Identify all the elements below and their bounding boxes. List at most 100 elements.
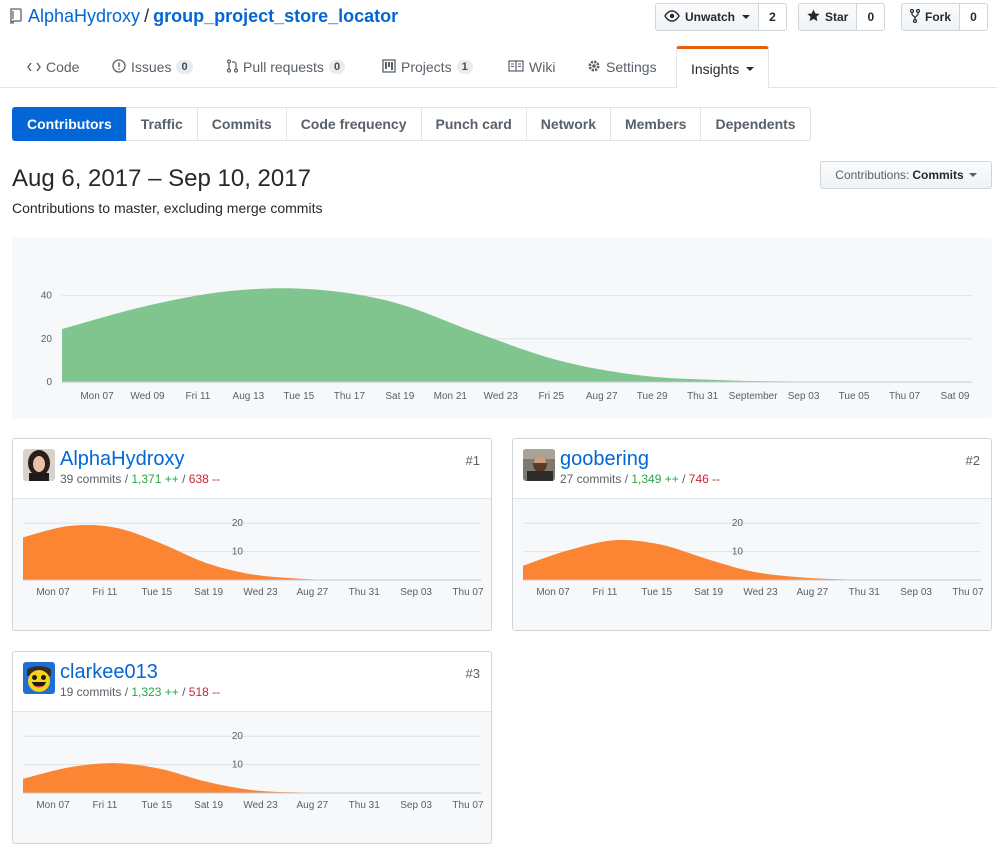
x-tick-label: Sat 19 (194, 800, 223, 811)
main-contributions-chart[interactable]: 0 20 40 Mon 07 Wed 09 Fri 11 Aug 13 Tue 15 Thu 1… (12, 238, 992, 418)
star-button[interactable]: Star (798, 3, 858, 31)
tab-projects[interactable]: Projects 1 (382, 46, 473, 88)
fork-button[interactable]: Fork (901, 3, 961, 31)
x-tick-label: Thu 07 (889, 391, 921, 402)
tab-issues-label: Issues (131, 59, 172, 75)
x-tick-label: Sat 19 (385, 391, 414, 402)
x-tick-label: Aug 27 (586, 391, 618, 402)
deletions-count: 518 -- (188, 685, 221, 699)
pull-request-icon (226, 58, 239, 76)
x-tick-label: Sat 19 (194, 587, 223, 598)
contributor-stats: 19 commits / 1,323 ++ / 518 -- (60, 685, 221, 699)
x-tick-label: Thu 31 (849, 587, 881, 598)
x-tick-label: Aug 27 (297, 587, 329, 598)
contributions-select-prefix: Contributions: (835, 168, 910, 182)
issues-counter: 0 (176, 60, 193, 74)
x-tick-label: Mon 21 (434, 391, 468, 402)
x-tick-label: Fri 11 (92, 800, 117, 811)
avatar[interactable] (23, 662, 55, 694)
x-tick-label: Fri 11 (186, 391, 211, 402)
repo-header: AlphaHydroxy / group_project_store_locator… (0, 0, 997, 36)
y-tick-label: 0 (46, 377, 52, 388)
subnav-dependents[interactable]: Dependents (700, 107, 811, 141)
x-tick-label: Tue 15 (283, 391, 314, 402)
commits-link[interactable]: 27 commits (560, 472, 621, 486)
y-tick-label: 20 (41, 334, 53, 345)
contributor-login[interactable]: clarkee013 (60, 661, 158, 684)
subnav-contributors[interactable]: Contributors (12, 107, 127, 141)
repo-owner-link[interactable]: AlphaHydroxy (28, 6, 140, 26)
avatar[interactable] (23, 449, 55, 481)
x-tick-label: Tue 29 (637, 391, 668, 402)
gear-icon (587, 59, 601, 76)
series-area (23, 525, 481, 581)
contributor-rank: #1 (465, 453, 480, 468)
subnav-commits[interactable]: Commits (196, 107, 287, 141)
subnav-members[interactable]: Members (609, 107, 702, 141)
commits-link[interactable]: 19 commits (60, 685, 121, 699)
issue-icon (112, 58, 126, 76)
project-icon (382, 58, 396, 76)
subnav-code-frequency[interactable]: Code frequency (285, 107, 422, 141)
x-tick-label: Aug 27 (297, 800, 329, 811)
star-group: Star 0 (798, 3, 886, 31)
chevron-down-icon (968, 173, 977, 177)
additions-count: 1,371 ++ (131, 472, 179, 486)
tab-issues[interactable]: Issues 0 (112, 46, 193, 88)
x-tick-label: Fri 25 (538, 391, 564, 402)
tab-wiki[interactable]: Wiki (508, 46, 555, 88)
tab-wiki-label: Wiki (529, 59, 556, 75)
subnav-punch-card[interactable]: Punch card (420, 107, 527, 141)
x-tick-label: Sep 03 (400, 800, 432, 811)
contributor-chart-svg: 10 20 Mon 07 Fri 11 Tue 15 Sat 19 Wed 23 Aug 27… (23, 518, 484, 598)
contributor-card: goobering #2 27 commits / 1,349 ++ / 746… (512, 438, 992, 631)
series-area (523, 540, 981, 581)
x-tick-label: Sep 03 (900, 587, 932, 598)
watchers-count[interactable]: 2 (759, 3, 788, 31)
date-range-title: Aug 6, 2017 – Sep 10, 2017 (12, 165, 311, 192)
unwatch-button[interactable]: Unwatch (655, 3, 760, 31)
forks-count[interactable]: 0 (960, 3, 989, 31)
repo-name-link[interactable]: group_project_store_locator (153, 6, 398, 26)
tab-pull-requests[interactable]: Pull requests 0 (226, 46, 346, 88)
x-tick-label: Fri 11 (92, 587, 117, 598)
tab-code-label: Code (46, 59, 80, 75)
tab-insights-label: Insights (691, 60, 740, 77)
x-tick-label: Wed 23 (243, 800, 278, 811)
x-tick-label: Wed 23 (243, 587, 278, 598)
x-tick-label: Wed 09 (130, 391, 165, 402)
commits-link[interactable]: 39 commits (60, 472, 121, 486)
y-tick-label: 20 (232, 731, 244, 742)
tab-settings-label: Settings (606, 59, 657, 75)
contributor-chart-svg: 10 20 Mon 07 Fri 11 Tue 15 Sat 19 Wed 23 Aug 27… (523, 518, 984, 598)
tab-code[interactable]: Code (27, 46, 79, 88)
fork-icon (909, 8, 921, 26)
subnav-network[interactable]: Network (525, 107, 611, 141)
star-icon (807, 9, 820, 25)
subnav-traffic[interactable]: Traffic (125, 107, 198, 141)
book-icon (508, 59, 524, 75)
x-tick-label: Thu 17 (334, 391, 366, 402)
insights-subnav: Contributors Traffic Commits Code freque… (12, 107, 811, 141)
x-tick-label: Sep 03 (788, 391, 820, 402)
contributor-login[interactable]: goobering (560, 448, 649, 471)
x-tick-label: Wed 23 (484, 391, 519, 402)
tab-insights[interactable]: Insights (676, 46, 770, 89)
contributor-login[interactable]: AlphaHydroxy (60, 448, 185, 471)
contributions-select[interactable]: Contributions: Commits (820, 161, 992, 189)
x-tick-label: Tue 05 (839, 391, 870, 402)
series-area (62, 288, 972, 383)
x-tick-label: Mon 07 (36, 587, 70, 598)
tab-settings[interactable]: Settings (587, 46, 657, 88)
deletions-count: 746 -- (688, 472, 721, 486)
contributor-chart: 10 20 Mon 07 Fri 11 Tue 15 Sat 19 Wed 23 Aug 27… (13, 712, 491, 843)
contributor-rank: #3 (465, 666, 480, 681)
x-tick-label: Mon 07 (80, 391, 114, 402)
date-range-subtitle: Contributions to master, excluding merge… (12, 200, 323, 216)
x-tick-label: Sep 03 (400, 587, 432, 598)
main-chart-svg: 0 20 40 Mon 07 Wed 09 Fri 11 Aug 13 Tue 15 Thu 1… (41, 288, 972, 402)
fork-group: Fork 0 (901, 3, 989, 31)
avatar[interactable] (523, 449, 555, 481)
chevron-down-icon (742, 15, 751, 19)
stars-count[interactable]: 0 (857, 3, 886, 31)
